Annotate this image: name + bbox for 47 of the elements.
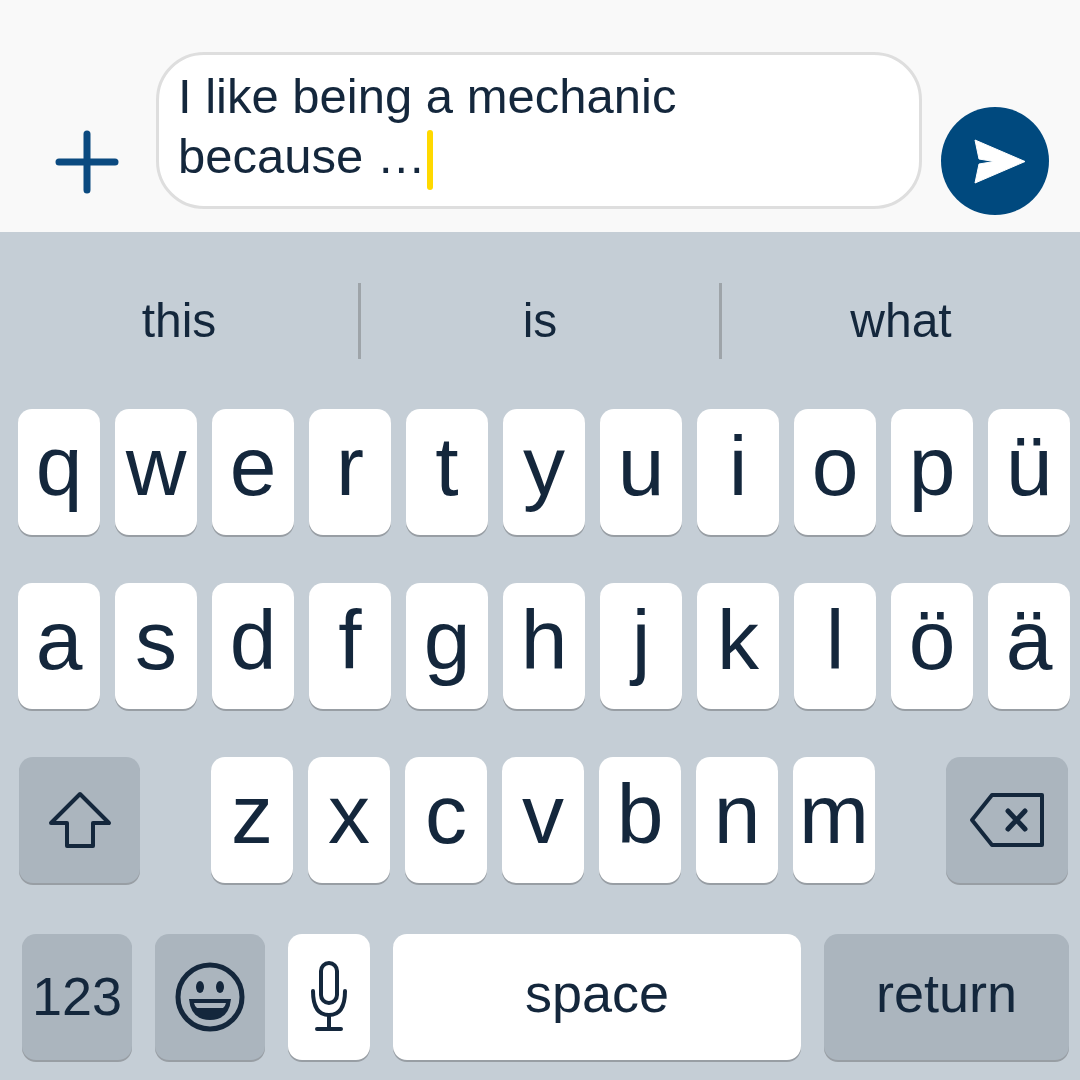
letter-key[interactable]: n <box>696 757 778 883</box>
letter-key[interactable]: r <box>309 409 391 535</box>
letter-key[interactable]: y <box>503 409 585 535</box>
up-arrow-icon <box>47 791 112 849</box>
letter-key[interactable]: c <box>405 757 487 883</box>
emoji-key[interactable] <box>155 934 265 1060</box>
letter-key[interactable]: z <box>211 757 293 883</box>
letter-key[interactable]: ü <box>988 409 1070 535</box>
letter-key[interactable]: b <box>599 757 681 883</box>
letter-key[interactable]: ä <box>988 583 1070 709</box>
letter-key[interactable]: l <box>794 583 876 709</box>
letter-key[interactable]: ö <box>891 583 973 709</box>
backspace-icon <box>969 792 1045 848</box>
letter-key[interactable]: i <box>697 409 779 535</box>
letter-key[interactable]: o <box>794 409 876 535</box>
letter-key[interactable]: t <box>406 409 488 535</box>
delete-key[interactable] <box>946 757 1068 883</box>
letter-key[interactable]: w <box>115 409 197 535</box>
message-field[interactable]: I like being a mechanic because … <box>156 52 922 209</box>
letter-key[interactable]: d <box>212 583 294 709</box>
smiley-icon <box>175 962 245 1032</box>
letter-key[interactable]: k <box>697 583 779 709</box>
text-cursor-icon <box>426 130 433 190</box>
letter-key[interactable]: x <box>308 757 390 883</box>
microphone-icon <box>309 961 349 1033</box>
word-suggestion[interactable]: what <box>850 292 952 349</box>
return-key[interactable]: return <box>824 934 1069 1060</box>
numbers-key[interactable]: 123 <box>22 934 132 1060</box>
letter-key[interactable]: s <box>115 583 197 709</box>
space-bar[interactable]: space <box>393 934 801 1060</box>
dictation-key[interactable] <box>288 934 370 1060</box>
paper-plane-icon <box>974 138 1026 184</box>
shift-key[interactable] <box>19 757 140 883</box>
letter-key[interactable]: a <box>18 583 100 709</box>
word-suggestion[interactable]: is <box>522 292 558 349</box>
letter-key[interactable]: q <box>18 409 100 535</box>
letter-key[interactable]: p <box>891 409 973 535</box>
letter-key[interactable]: f <box>309 583 391 709</box>
plus-icon[interactable] <box>55 130 119 194</box>
letter-key[interactable]: g <box>406 583 488 709</box>
letter-key[interactable]: u <box>600 409 682 535</box>
word-suggestion[interactable]: this <box>141 292 217 349</box>
letter-key[interactable]: m <box>793 757 875 883</box>
letter-key[interactable]: j <box>600 583 682 709</box>
letter-key[interactable]: e <box>212 409 294 535</box>
letter-key[interactable]: h <box>503 583 585 709</box>
letter-key[interactable]: v <box>502 757 584 883</box>
